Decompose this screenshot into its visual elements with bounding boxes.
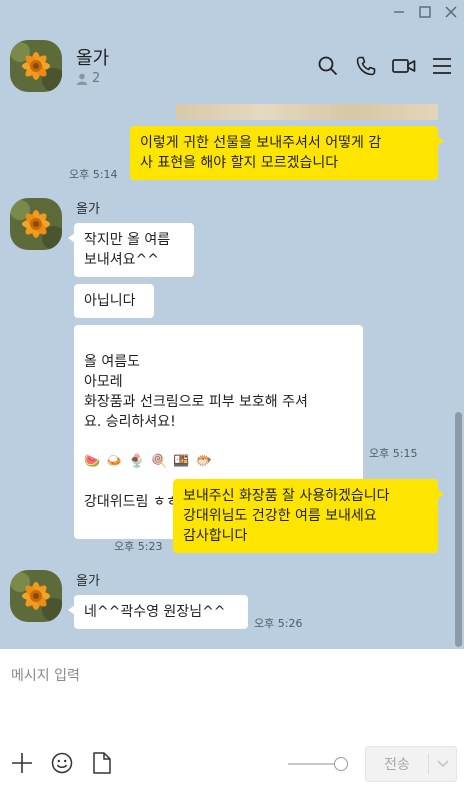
emoji-line: 🍉 🍛 🍨 🍭 🍱 🐡	[84, 454, 213, 469]
image-message-partial[interactable]	[176, 104, 438, 120]
message-time: 오후 5:23	[114, 540, 163, 553]
message-time: 오후 5:14	[69, 168, 118, 181]
chat-header: 올가 2	[0, 24, 464, 104]
plus-icon[interactable]	[10, 751, 34, 775]
sender-name: 올가	[76, 202, 100, 217]
maximize-icon[interactable]	[412, 0, 438, 24]
menu-icon[interactable]	[430, 54, 454, 78]
chat-area[interactable]: 이렇게 귀한 선물을 보내주셔서 어떻게 감 사 표현을 해야 할지 모르겠습니…	[0, 104, 464, 649]
other-message-bubble[interactable]: 아닙니다	[74, 284, 154, 318]
my-message-bubble[interactable]: 이렇게 귀한 선물을 보내주셔서 어떻게 감 사 표현을 해야 할지 모르겠습니…	[130, 126, 444, 180]
opacity-slider-handle[interactable]	[334, 757, 348, 771]
chevron-down-icon[interactable]	[429, 760, 456, 768]
emoji-icon[interactable]	[50, 751, 74, 775]
other-message-bubble[interactable]: 작지만 올 여름 보내셔요^^	[68, 223, 194, 277]
chat-title: 올가	[76, 48, 110, 69]
member-count-value: 2	[92, 71, 101, 86]
phone-icon[interactable]	[354, 54, 378, 78]
message-time: 오후 5:26	[254, 617, 303, 630]
send-label: 전송	[384, 757, 410, 773]
sender-avatar[interactable]	[10, 198, 62, 250]
message-input-area[interactable]: 메시지 입력 전송	[0, 649, 464, 789]
person-icon	[76, 73, 88, 85]
member-count[interactable]: 2	[76, 71, 100, 86]
video-call-icon[interactable]	[392, 54, 416, 78]
avatar[interactable]	[10, 40, 62, 92]
file-icon[interactable]	[90, 751, 114, 775]
send-button[interactable]: 전송	[365, 746, 457, 782]
close-icon[interactable]	[438, 0, 464, 24]
sender-name: 올가	[76, 574, 100, 589]
window-controls	[386, 0, 464, 24]
minimize-icon[interactable]	[386, 0, 412, 24]
message-text: 올 여름도 아모레 화장품과 선크림으로 피부 보호해 주셔 요. 승리하셔요!	[84, 354, 308, 430]
my-message-bubble[interactable]: 보내주신 화장품 잘 사용하겠습니다 강대위님도 건강한 여름 보내세요 감사합…	[173, 479, 444, 553]
scrollbar[interactable]	[455, 412, 462, 647]
message-input[interactable]: 메시지 입력	[11, 665, 80, 685]
sender-avatar[interactable]	[10, 570, 62, 622]
other-message-bubble[interactable]: 네^^곽수영 원장님^^	[68, 595, 248, 629]
message-time: 오후 5:15	[369, 447, 418, 460]
search-icon[interactable]	[316, 54, 340, 78]
